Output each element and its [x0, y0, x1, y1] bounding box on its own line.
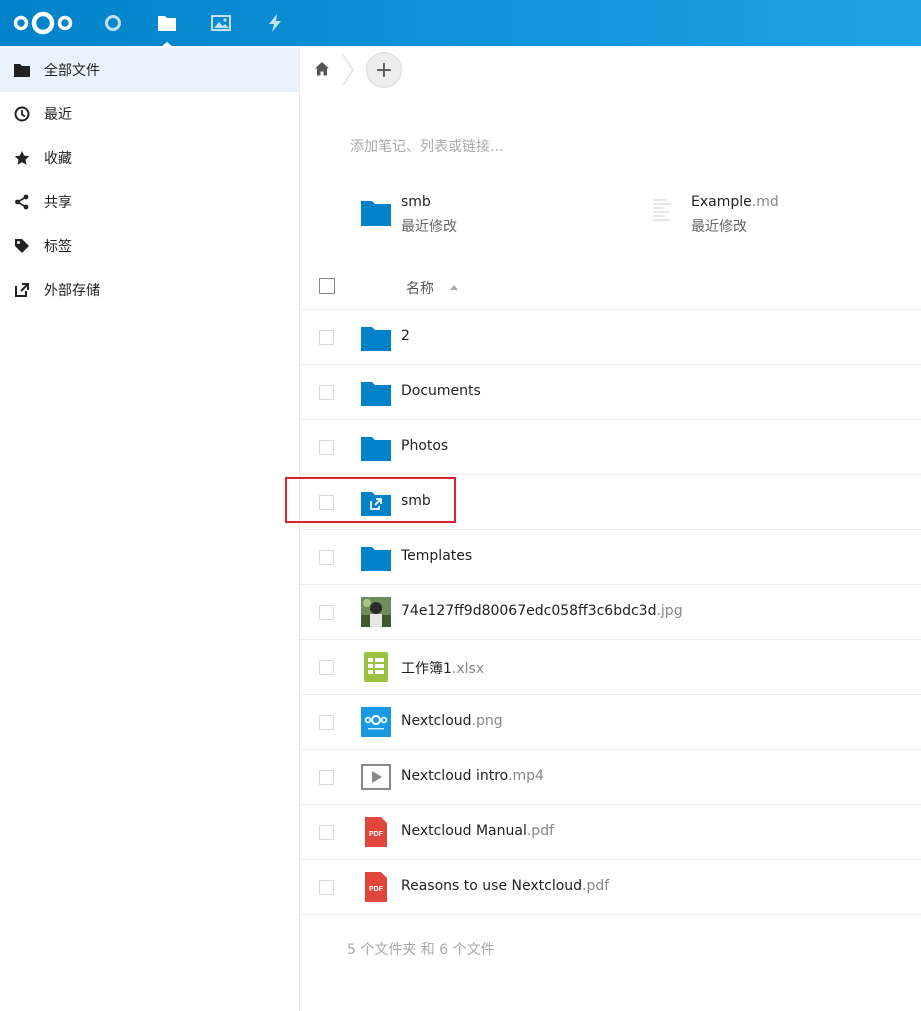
recent-item[interactable]: Example.md 最近修改 — [651, 192, 851, 242]
row-checkbox[interactable] — [319, 715, 334, 730]
sidebar-item-recent[interactable]: 最近 — [0, 92, 299, 136]
select-all-checkbox[interactable] — [319, 278, 335, 294]
file-row[interactable]: Nextcloud intro.mp4 — [300, 750, 921, 805]
sidebar-item-all-files[interactable]: 全部文件 — [0, 48, 299, 92]
file-summary: 5 个文件夹 和 6 个文件 — [347, 942, 495, 958]
activity-app-icon[interactable] — [264, 12, 286, 34]
svg-text:PDF: PDF — [369, 831, 384, 838]
sidebar: 全部文件 最近 收藏 共享 标签 外部存储 — [0, 46, 300, 1011]
file-list-header: 名称 — [300, 268, 921, 310]
markdown-file-icon — [651, 196, 675, 226]
nextcloud-logo-icon[interactable] — [12, 10, 74, 36]
file-name[interactable]: 74e127ff9d80067edc058ff3c6bdc3d.jpg — [401, 603, 683, 619]
notes-input[interactable]: 添加笔记、列表或链接... — [350, 136, 503, 156]
nextcloud-image-thumbnail-icon — [361, 707, 391, 737]
row-checkbox[interactable] — [319, 330, 334, 345]
breadcrumb-separator-icon — [342, 54, 354, 86]
sidebar-item-label: 标签 — [44, 239, 72, 255]
file-row[interactable]: smb — [300, 475, 921, 530]
folder-icon — [361, 327, 391, 351]
sidebar-item-external-storage[interactable]: 外部存储 — [0, 268, 299, 312]
row-checkbox[interactable] — [319, 605, 334, 620]
files-app-icon[interactable] — [156, 12, 178, 47]
dashboard-app-icon[interactable] — [102, 12, 124, 34]
file-name[interactable]: smb — [401, 493, 431, 509]
file-row[interactable]: PDF Reasons to use Nextcloud.pdf — [300, 860, 921, 915]
clock-icon — [14, 106, 30, 122]
sidebar-item-label: 外部存储 — [44, 283, 100, 299]
sidebar-item-label: 最近 — [44, 107, 72, 123]
home-icon[interactable] — [314, 61, 330, 77]
sidebar-item-shares[interactable]: 共享 — [0, 180, 299, 224]
spreadsheet-icon — [364, 652, 388, 682]
folder-icon — [14, 62, 30, 78]
row-checkbox[interactable] — [319, 385, 334, 400]
row-checkbox[interactable] — [319, 440, 334, 455]
external-link-icon — [14, 282, 30, 298]
file-name[interactable]: Nextcloud Manual.pdf — [401, 823, 554, 839]
file-name[interactable]: Templates — [401, 548, 472, 564]
folder-icon — [361, 201, 391, 226]
recent-item[interactable]: smb 最近修改 — [361, 192, 561, 242]
folder-icon — [361, 547, 391, 571]
folder-icon — [361, 437, 391, 461]
pdf-icon: PDF — [365, 817, 387, 847]
recent-item-name: Example.md — [691, 194, 779, 210]
share-icon — [14, 194, 30, 210]
file-row[interactable]: 2 — [300, 310, 921, 365]
file-name[interactable]: 2 — [401, 328, 410, 344]
file-row[interactable]: 工作簿1.xlsx — [300, 640, 921, 695]
tag-icon — [14, 238, 30, 254]
sort-ascending-icon — [450, 285, 458, 290]
sidebar-item-label: 全部文件 — [44, 63, 100, 79]
sidebar-item-label: 共享 — [44, 195, 72, 211]
star-icon — [14, 150, 30, 166]
top-header — [0, 0, 921, 47]
row-checkbox[interactable] — [319, 770, 334, 785]
recent-item-name: smb — [401, 194, 431, 210]
file-name[interactable]: Reasons to use Nextcloud.pdf — [401, 878, 609, 894]
row-checkbox[interactable] — [319, 550, 334, 565]
file-name[interactable]: 工作簿1.xlsx — [401, 658, 484, 678]
external-folder-icon — [361, 492, 391, 516]
file-name[interactable]: Documents — [401, 383, 481, 399]
sidebar-item-label: 收藏 — [44, 151, 72, 167]
pdf-icon: PDF — [365, 872, 387, 902]
file-name[interactable]: Photos — [401, 438, 448, 454]
folder-icon — [361, 382, 391, 406]
new-file-button[interactable]: + — [366, 52, 402, 88]
recent-item-subtitle: 最近修改 — [691, 219, 747, 235]
video-icon — [361, 764, 391, 790]
image-thumbnail-icon — [361, 597, 391, 627]
recent-item-subtitle: 最近修改 — [401, 219, 457, 235]
files-main: + 添加笔记、列表或链接... smb 最近修改 Example.md 最近修改… — [300, 46, 921, 1011]
file-name[interactable]: Nextcloud.png — [401, 713, 503, 729]
row-checkbox[interactable] — [319, 660, 334, 675]
file-row[interactable]: 74e127ff9d80067edc058ff3c6bdc3d.jpg — [300, 585, 921, 640]
file-name[interactable]: Nextcloud intro.mp4 — [401, 768, 544, 784]
svg-text:PDF: PDF — [369, 886, 384, 893]
column-name-header[interactable]: 名称 — [406, 278, 434, 298]
file-row[interactable]: Photos — [300, 420, 921, 475]
row-checkbox[interactable] — [319, 880, 334, 895]
file-row[interactable]: Nextcloud.png — [300, 695, 921, 750]
row-checkbox[interactable] — [319, 495, 334, 510]
photos-app-icon[interactable] — [210, 12, 232, 34]
file-row[interactable]: Documents — [300, 365, 921, 420]
file-row[interactable]: PDF Nextcloud Manual.pdf — [300, 805, 921, 860]
row-checkbox[interactable] — [319, 825, 334, 840]
file-row[interactable]: Templates — [300, 530, 921, 585]
sidebar-item-tags[interactable]: 标签 — [0, 224, 299, 268]
sidebar-item-favorites[interactable]: 收藏 — [0, 136, 299, 180]
